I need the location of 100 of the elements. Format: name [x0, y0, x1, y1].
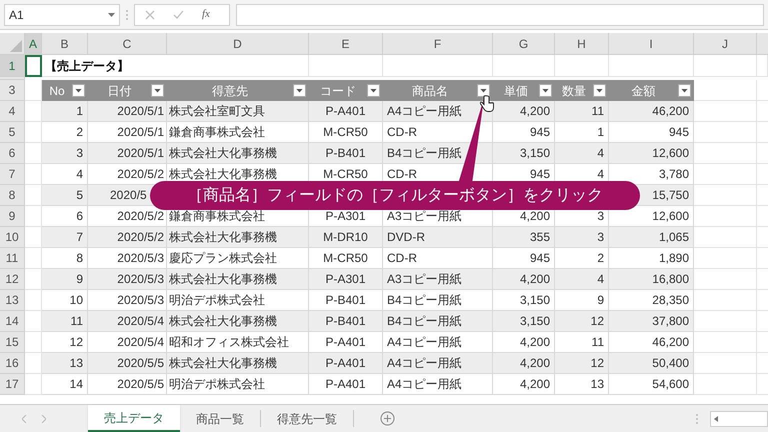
- empty-cell[interactable]: [757, 33, 768, 55]
- column-header[interactable]: B: [42, 33, 88, 55]
- filter-dropdown-button[interactable]: [72, 84, 85, 97]
- table-cell: 46,200: [609, 101, 694, 122]
- row-header[interactable]: 7: [0, 164, 25, 185]
- table-cell: 8: [42, 248, 88, 269]
- table-cell: 2020/5/5: [88, 374, 167, 395]
- table-cell: 11: [555, 332, 609, 353]
- row-header[interactable]: 4: [0, 101, 25, 122]
- filter-dropdown-button[interactable]: [151, 84, 164, 97]
- table-cell: 7: [42, 227, 88, 248]
- row-header[interactable]: 12: [0, 269, 25, 290]
- check-icon[interactable]: [173, 10, 184, 19]
- table-cell: 6: [42, 206, 88, 227]
- add-sheet-icon[interactable]: [380, 411, 395, 426]
- sheet-tab[interactable]: 商品一覧: [180, 410, 261, 427]
- sheet-tab[interactable]: 売上データ: [88, 405, 180, 432]
- table-cell: M-DR10: [309, 227, 383, 248]
- table-cell: A3コピー用紙: [383, 269, 493, 290]
- table-cell: 鎌倉商事株式会社: [167, 122, 309, 143]
- filter-dropdown-button[interactable]: [477, 84, 490, 97]
- table-cell: 12: [555, 311, 609, 332]
- column-header[interactable]: E: [309, 33, 383, 55]
- column-header[interactable]: J: [694, 33, 757, 55]
- insert-function-button[interactable]: fx: [202, 6, 210, 23]
- table-cell: A4コピー用紙: [383, 374, 493, 395]
- table-cell: B4コピー用紙: [383, 311, 493, 332]
- left-arrow-icon[interactable]: [714, 416, 718, 422]
- column-header[interactable]: A: [25, 33, 42, 55]
- row-header[interactable]: 14: [0, 311, 25, 332]
- table-cell: 12: [555, 353, 609, 374]
- empty-cell[interactable]: [493, 55, 555, 77]
- table-cell: 3,150: [493, 311, 555, 332]
- sheet-tab[interactable]: 得意先一覧: [261, 410, 354, 427]
- table-header-cell: No: [42, 80, 88, 101]
- empty-cell[interactable]: [383, 55, 493, 77]
- cancel-icon[interactable]: [145, 10, 155, 20]
- row-header[interactable]: 17: [0, 374, 25, 395]
- table-cell: 54,600: [609, 374, 694, 395]
- table-cell: 2020/5/3: [88, 248, 167, 269]
- column-header[interactable]: D: [167, 33, 309, 55]
- empty-cell[interactable]: [167, 55, 309, 77]
- row-header[interactable]: 16: [0, 353, 25, 374]
- selected-cell[interactable]: [25, 55, 42, 77]
- row-header[interactable]: 1: [0, 55, 25, 77]
- table-cell: 株式会社室町文具: [167, 101, 309, 122]
- row-header[interactable]: 10: [0, 227, 25, 248]
- table-cell: 4,200: [493, 332, 555, 353]
- table-cell: P-A401: [309, 101, 383, 122]
- table-cell: 945: [609, 122, 694, 143]
- row-header[interactable]: 11: [0, 248, 25, 269]
- table-cell: 4: [42, 164, 88, 185]
- column-header[interactable]: C: [88, 33, 167, 55]
- table-cell: 4,200: [493, 101, 555, 122]
- table-cell: 2020/5/4: [88, 332, 167, 353]
- table-cell: 1,890: [609, 248, 694, 269]
- horizontal-scrollbar[interactable]: [710, 410, 768, 426]
- table-cell: 945: [493, 122, 555, 143]
- table-cell: P-B401: [309, 311, 383, 332]
- row-header[interactable]: 8: [0, 185, 25, 206]
- table-cell: 945: [493, 248, 555, 269]
- table-cell: B4コピー用紙: [383, 290, 493, 311]
- row-header[interactable]: 9: [0, 206, 25, 227]
- table-cell: 株式会社大化事務機: [167, 143, 309, 164]
- column-header[interactable]: H: [555, 33, 609, 55]
- empty-cell[interactable]: [694, 55, 757, 77]
- table-cell: 5: [42, 185, 88, 206]
- column-header[interactable]: I: [609, 33, 694, 55]
- select-all-icon[interactable]: [10, 40, 22, 52]
- row-header[interactable]: 3: [0, 80, 25, 101]
- row-header[interactable]: 15: [0, 332, 25, 353]
- table-cell: 3: [555, 227, 609, 248]
- empty-cell[interactable]: [609, 55, 694, 77]
- filter-dropdown-button[interactable]: [367, 84, 380, 97]
- empty-cell[interactable]: [309, 55, 383, 77]
- table-header-cell: 日付: [88, 80, 167, 101]
- table-cell: 明治デポ株式会社: [167, 290, 309, 311]
- name-box[interactable]: A1: [4, 4, 120, 26]
- table-cell: 4,200: [493, 269, 555, 290]
- table-cell: 9: [42, 269, 88, 290]
- row-header[interactable]: 5: [0, 122, 25, 143]
- row-header[interactable]: 6: [0, 143, 25, 164]
- empty-cell[interactable]: [555, 55, 609, 77]
- table-cell: 4: [555, 143, 609, 164]
- table-cell: 4: [555, 269, 609, 290]
- formula-bar[interactable]: [236, 4, 764, 26]
- column-header[interactable]: F: [383, 33, 493, 55]
- table-cell: 2020/5/3: [88, 290, 167, 311]
- column-header[interactable]: G: [493, 33, 555, 55]
- sheet-title[interactable]: 【売上データ】: [42, 55, 167, 77]
- row-header[interactable]: 13: [0, 290, 25, 311]
- table-cell: 2020/5/1: [88, 143, 167, 164]
- filter-dropdown-button[interactable]: [678, 84, 691, 97]
- filter-dropdown-button[interactable]: [539, 84, 552, 97]
- filter-dropdown-button[interactable]: [293, 84, 306, 97]
- table-cell: 50,400: [609, 353, 694, 374]
- table-cell: 昭和オフィス株式会社: [167, 332, 309, 353]
- table-cell: 10: [42, 290, 88, 311]
- filter-dropdown-button[interactable]: [593, 84, 606, 97]
- table-cell: P-A401: [309, 374, 383, 395]
